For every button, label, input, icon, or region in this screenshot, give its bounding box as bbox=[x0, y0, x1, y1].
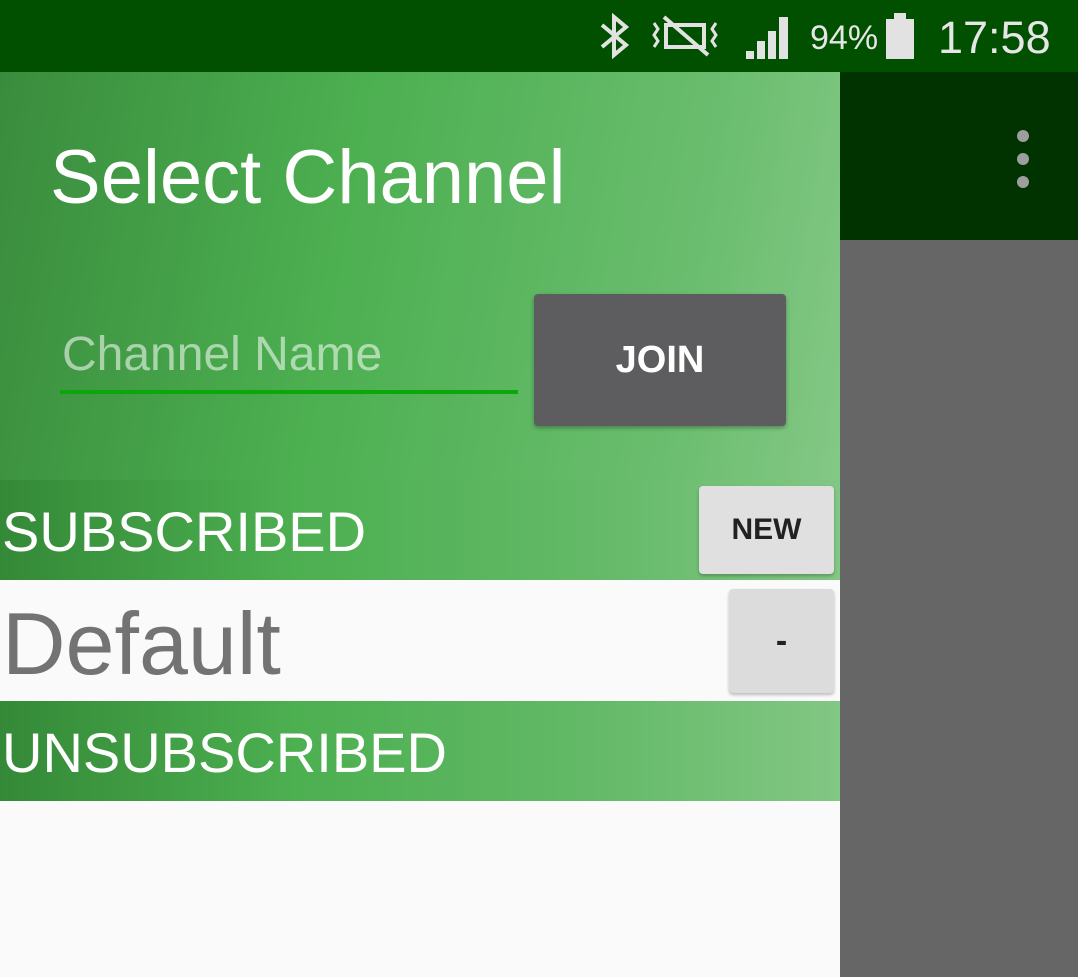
drawer-header: Select Channel JOIN bbox=[0, 72, 840, 480]
battery-icon bbox=[884, 0, 918, 72]
new-channel-button[interactable]: NEW bbox=[699, 486, 834, 574]
status-time: 17:58 bbox=[938, 12, 1051, 63]
join-button[interactable]: JOIN bbox=[534, 294, 786, 426]
status-bar: 94% 17:58 bbox=[0, 0, 1078, 72]
channel-list-item[interactable]: Default - bbox=[0, 580, 840, 701]
drawer-title: Select Channel bbox=[50, 135, 566, 220]
signal-icon bbox=[744, 0, 794, 72]
app-bar bbox=[840, 72, 1078, 240]
channel-name-input[interactable] bbox=[60, 322, 518, 394]
unsubscribed-label: UNSUBSCRIBED bbox=[2, 721, 447, 784]
drawer-scrim[interactable] bbox=[840, 240, 1078, 977]
battery-percent: 94% bbox=[810, 19, 879, 57]
more-vert-icon[interactable] bbox=[1008, 130, 1038, 188]
subscribed-label: SUBSCRIBED bbox=[2, 500, 367, 563]
subscribed-section-header: SUBSCRIBED NEW bbox=[0, 480, 840, 580]
vibrate-mute-icon bbox=[650, 0, 722, 72]
channel-name: Default bbox=[2, 594, 281, 693]
unsubscribed-section-header: UNSUBSCRIBED bbox=[0, 701, 840, 801]
unsubscribe-button[interactable]: - bbox=[729, 589, 834, 693]
bluetooth-icon bbox=[598, 0, 634, 72]
navigation-drawer: Select Channel JOIN SUBSCRIBED NEW Defau… bbox=[0, 72, 840, 977]
